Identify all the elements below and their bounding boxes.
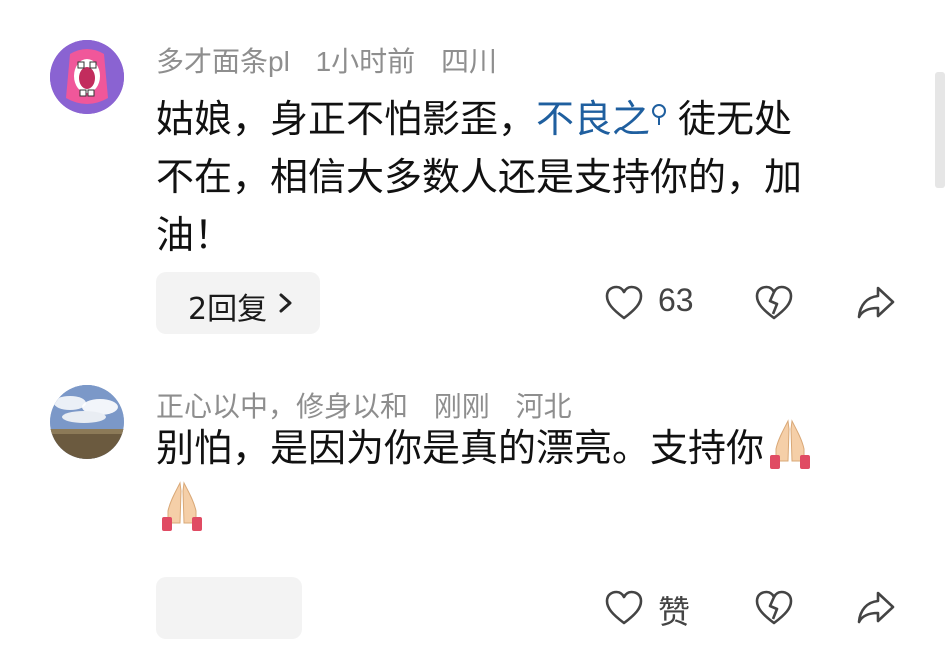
search-icon — [652, 104, 667, 125]
comment-actions: 63 — [600, 272, 900, 332]
folded-hands-emoji — [162, 481, 202, 531]
avatar[interactable] — [50, 40, 124, 114]
chevron-right-icon — [279, 293, 292, 313]
avatar[interactable] — [50, 385, 124, 459]
text-line: 别怕，是因为你是真的漂亮。支持你 — [156, 426, 765, 470]
comment-item: 正心以中，修身以和 刚刚 河北 别怕，是因为你是真的漂亮。支持你 赞 — [0, 345, 945, 659]
broken-heart-icon[interactable] — [754, 589, 794, 627]
like-label: 赞 — [658, 594, 691, 630]
view-replies-button[interactable]: 2回复 — [156, 272, 320, 334]
text-segment: 姑娘，身正不怕影歪， — [156, 97, 537, 141]
comment-meta: 多才面条pl 1小时前 四川 — [156, 40, 515, 80]
comment-text: 别怕，是因为你是真的漂亮。支持你 — [156, 415, 896, 539]
reply-button[interactable] — [156, 577, 302, 639]
username[interactable]: 多才面条pl — [156, 46, 290, 77]
comment-text: 姑娘，身正不怕影歪，不良之 徒无处 不在，相信大多数人还是支持你的，加 油！ — [156, 90, 896, 264]
text-segment: 徒无处 — [678, 97, 793, 141]
comment-actions: 赞 — [600, 577, 900, 637]
like-count: 63 — [658, 282, 694, 318]
heart-icon[interactable] — [604, 284, 644, 322]
location: 四川 — [440, 46, 497, 77]
broken-heart-icon[interactable] — [754, 284, 794, 322]
text-line: 油！ — [156, 213, 233, 257]
comment-item: 多才面条pl 1小时前 四川 姑娘，身正不怕影歪，不良之 徒无处 不在，相信大多数… — [0, 0, 945, 345]
heart-icon[interactable] — [604, 589, 644, 627]
text-line: 不在，相信大多数人还是支持你的，加 — [156, 155, 803, 199]
replies-label: 2回复 — [188, 292, 268, 327]
share-icon[interactable] — [856, 589, 896, 627]
folded-hands-emoji — [770, 419, 811, 469]
timestamp: 1小时前 — [315, 46, 416, 77]
share-icon[interactable] — [856, 284, 896, 322]
search-link[interactable]: 不良之 — [536, 97, 650, 141]
